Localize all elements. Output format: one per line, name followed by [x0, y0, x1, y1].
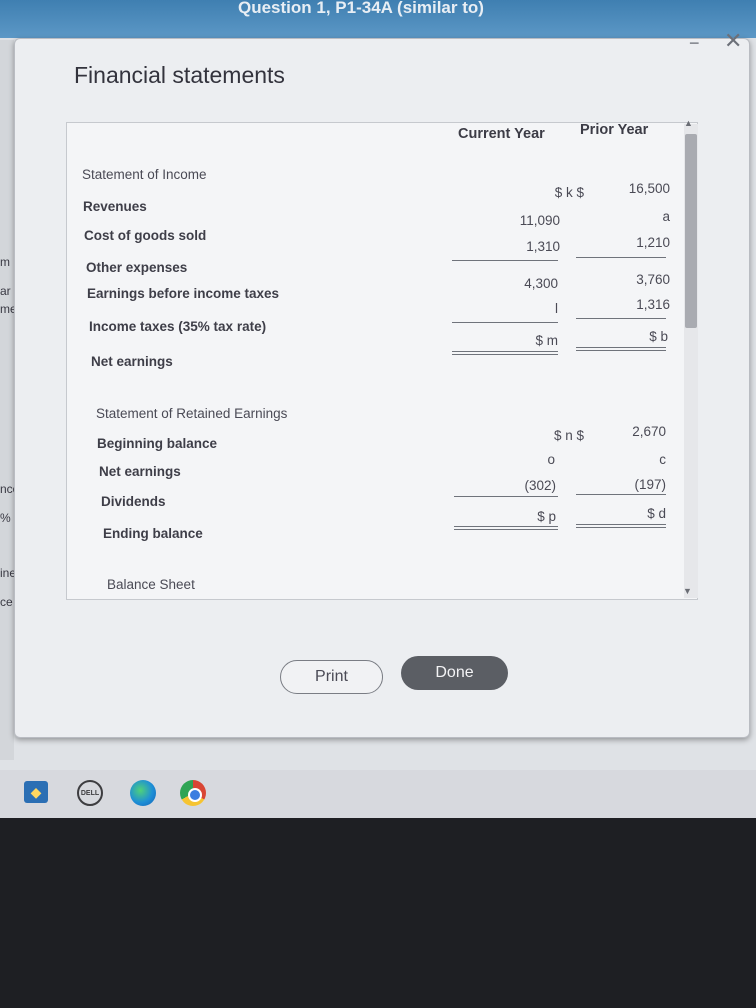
cell-ebt-current[interactable]: l	[478, 301, 558, 316]
close-button[interactable]: ✕	[724, 28, 742, 54]
taskbar	[0, 770, 756, 818]
total-double-rule	[452, 351, 558, 355]
subtotal-rule	[452, 322, 558, 323]
retained-earnings-heading: Statement of Retained Earnings	[96, 406, 288, 421]
scrollbar-thumb[interactable]	[685, 134, 697, 328]
cell-ebt-prior: 1,316	[636, 297, 670, 312]
row-label-net-earnings: Net earnings	[91, 354, 173, 369]
scroll-up-icon[interactable]: ▲	[684, 118, 693, 128]
cell-re-net-earnings-prior[interactable]: c	[590, 452, 666, 467]
background-left-strip	[0, 40, 14, 760]
cell-income-taxes-current[interactable]: $ m	[478, 333, 558, 348]
cell-re-net-earnings-current[interactable]: o	[475, 452, 555, 467]
total-double-rule	[454, 526, 558, 530]
cell-ending-balance-prior[interactable]: $ d	[590, 506, 666, 521]
subtotal-rule	[576, 494, 666, 495]
cell-ending-balance-current[interactable]: $ p	[476, 509, 556, 524]
cell-income-taxes-prior[interactable]: $ b	[590, 329, 668, 344]
cell-dividends-prior: (197)	[634, 477, 666, 492]
cell-cogs-prior[interactable]: a	[590, 209, 670, 224]
row-label-other-expenses: Other expenses	[86, 260, 188, 275]
done-button[interactable]: Done	[401, 656, 508, 690]
cell-cogs-current: 11,090	[519, 213, 560, 228]
print-button[interactable]: Print	[280, 660, 383, 694]
row-label-income-taxes: Income taxes (35% tax rate)	[89, 319, 267, 334]
scroll-down-icon[interactable]: ▼	[683, 586, 692, 596]
background-fragment: m	[0, 255, 10, 269]
cell-other-expenses-current: 4,300	[524, 276, 558, 291]
cell-revenues-prior: 16,500	[628, 181, 670, 196]
row-label-ending-balance: Ending balance	[103, 526, 203, 541]
subtotal-rule	[576, 257, 666, 258]
background-fragment: ar	[0, 284, 11, 298]
cell-beginning-balance-prior: 2,670	[632, 424, 666, 439]
row-label-cogs: Cost of goods sold	[84, 228, 207, 243]
income-statement-heading: Statement of Income	[82, 167, 207, 182]
screen-bezel	[0, 818, 756, 1008]
total-double-rule	[576, 524, 666, 528]
subtotal-rule	[452, 260, 558, 261]
chrome-icon[interactable]	[180, 780, 206, 806]
dialog-title: Financial statements	[74, 62, 285, 88]
cell-beginning-balance-current[interactable]: $ n $	[500, 428, 584, 443]
row-label-ebt: Earnings before income taxes	[87, 286, 280, 301]
balance-sheet-heading: Balance Sheet	[107, 577, 195, 592]
cell-other-expenses-prior: 3,760	[636, 272, 670, 287]
cell-gross-prior: 1,210	[636, 235, 670, 250]
store-icon[interactable]: ◆	[24, 781, 48, 803]
cell-revenues-current[interactable]: $ k $	[500, 185, 584, 200]
question-title: Question 1, P1-34A (similar to)	[238, 0, 484, 17]
cell-gross-current: 1,310	[526, 239, 560, 254]
column-header-current: Current Year	[458, 126, 545, 142]
cell-dividends-current: (302)	[524, 478, 556, 493]
background-fragment: ce	[0, 595, 13, 609]
row-label-beginning-balance: Beginning balance	[97, 436, 218, 451]
dell-icon[interactable]: DELL	[77, 780, 103, 806]
column-header-prior: Prior Year	[580, 122, 649, 138]
total-double-rule	[576, 347, 666, 351]
subtotal-rule	[576, 318, 666, 319]
edge-icon[interactable]	[130, 780, 156, 806]
subtotal-rule	[454, 496, 558, 497]
row-label-dividends: Dividends	[101, 494, 166, 509]
row-label-revenues: Revenues	[83, 199, 147, 214]
row-label-re-net-earnings: Net earnings	[99, 464, 181, 479]
minimize-button[interactable]: −	[689, 33, 700, 54]
